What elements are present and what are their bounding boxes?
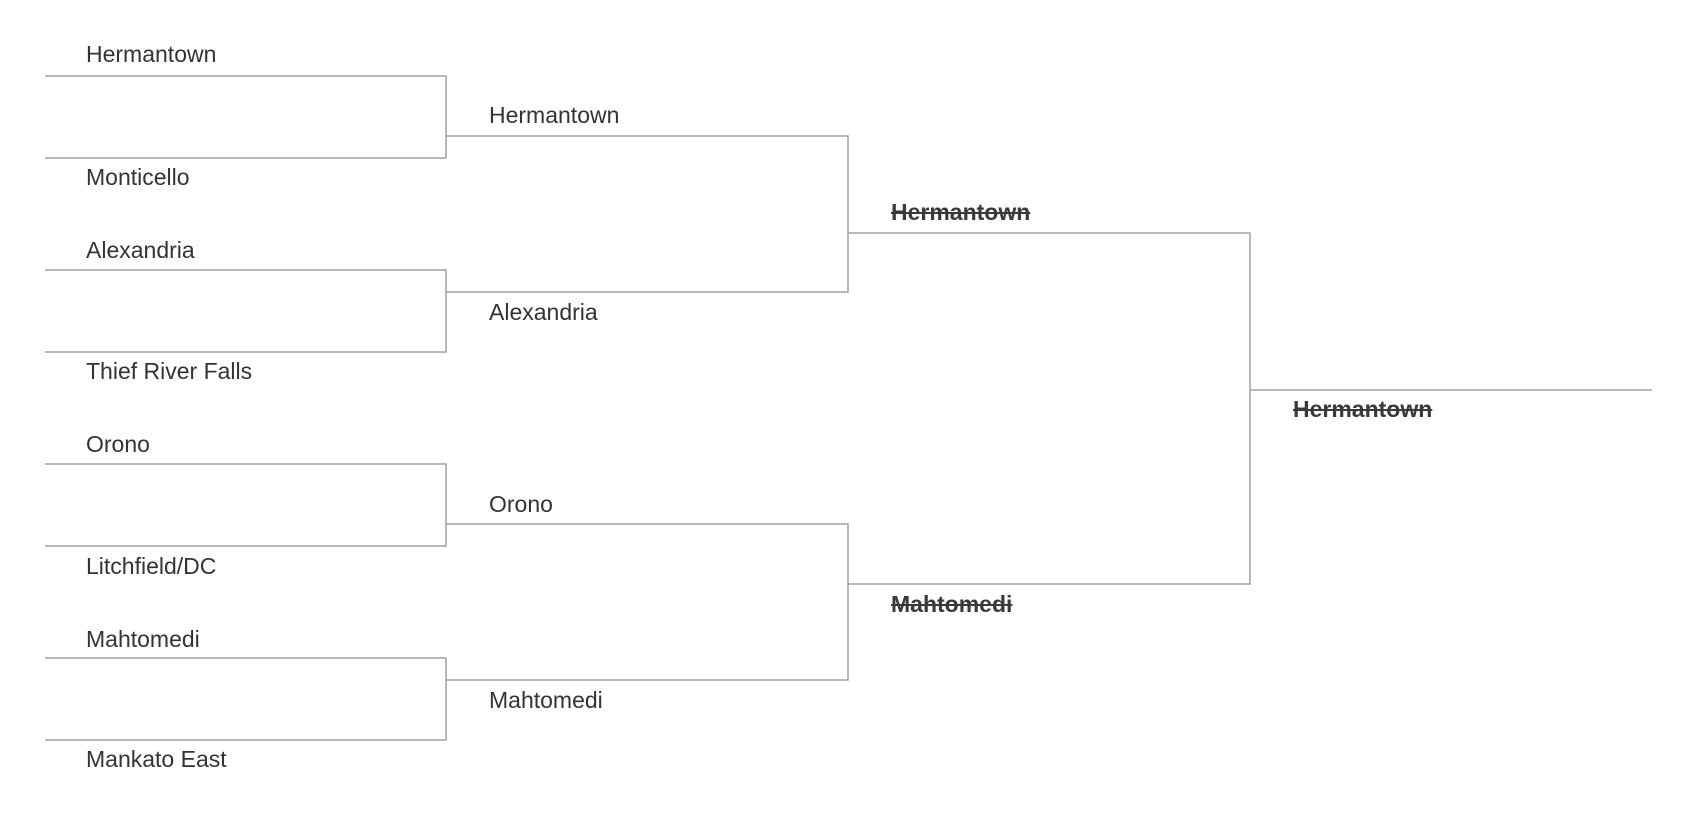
bracket-lines bbox=[45, 75, 1652, 741]
connector-r2-match2 bbox=[446, 523, 849, 681]
r2-match1-top-team: Hermantown bbox=[489, 102, 620, 128]
r2-match2-bottom-team: Mahtomedi bbox=[489, 687, 603, 713]
round2-connectors bbox=[446, 135, 849, 681]
connector-r1-match1 bbox=[45, 75, 447, 159]
r1-match2-bottom-team: Thief River Falls bbox=[86, 358, 253, 384]
connector-r1-match2 bbox=[45, 269, 447, 353]
connector-r1-match4 bbox=[45, 657, 447, 741]
r2-match2-top-team: Orono bbox=[489, 491, 553, 517]
r1-match4-top-team: Mahtomedi bbox=[86, 626, 200, 652]
r1-match1-top-team: Hermantown bbox=[86, 41, 217, 67]
connector-r2-match1 bbox=[446, 135, 849, 293]
connector-r3-match1 bbox=[848, 232, 1251, 585]
r2-match1-bottom-team: Alexandria bbox=[489, 299, 598, 325]
final-team: Hermantown bbox=[1293, 396, 1433, 422]
r1-match3-top-team: Orono bbox=[86, 431, 150, 457]
round3-connectors bbox=[848, 232, 1251, 585]
r1-match3-bottom-team: Litchfield/DC bbox=[86, 553, 217, 579]
r3-match1-bottom-team: Mahtomedi bbox=[891, 591, 1013, 617]
connector-r1-match3 bbox=[45, 463, 447, 547]
r1-match1-bottom-team: Monticello bbox=[86, 164, 190, 190]
r1-match2-top-team: Alexandria bbox=[86, 237, 195, 263]
r3-match1-top-team: Hermantown bbox=[891, 199, 1031, 225]
r1-match4-bottom-team: Mankato East bbox=[86, 746, 227, 772]
